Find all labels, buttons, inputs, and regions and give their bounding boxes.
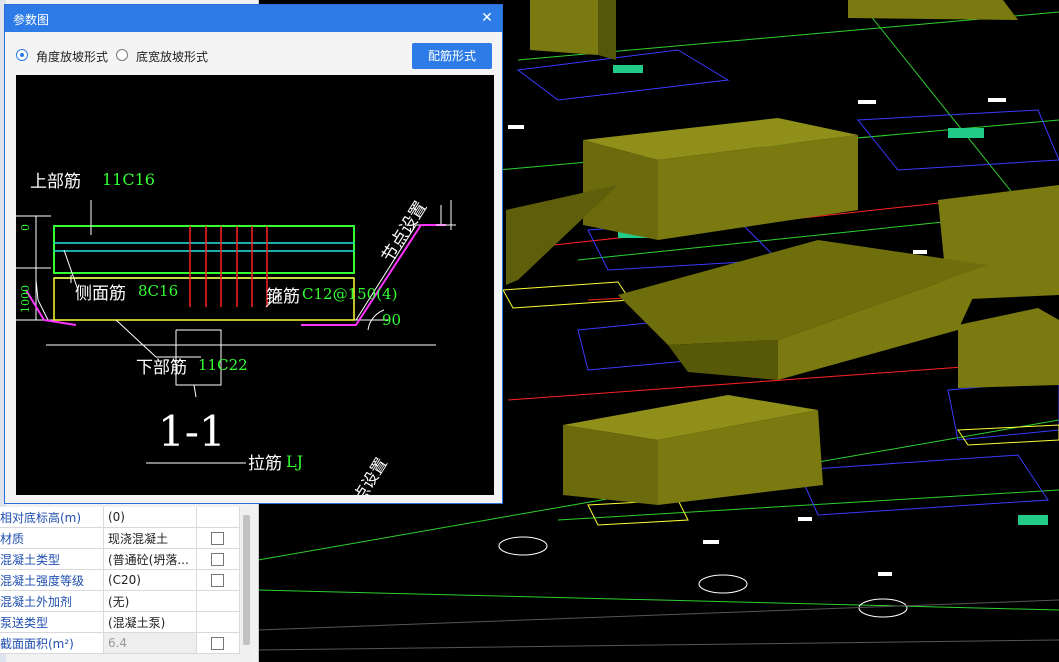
top-bar-label: 上部筋 <box>30 172 81 192</box>
property-value[interactable]: (混凝土泵) <box>103 611 197 633</box>
property-value[interactable]: 6.4 <box>103 632 197 654</box>
property-row[interactable]: 混凝土外加剂 (无) <box>0 590 241 612</box>
property-value[interactable]: (无) <box>103 590 197 612</box>
property-row[interactable]: 材质 现浇混凝土 <box>0 527 241 549</box>
property-value[interactable]: (普通砼(坍落... <box>103 548 197 570</box>
property-name: 泵送类型 <box>0 611 104 633</box>
top-bar-value: 11C16 <box>102 170 155 189</box>
property-value[interactable]: (0) <box>103 507 197 528</box>
property-checkbox[interactable] <box>211 553 225 566</box>
property-value[interactable]: (C20) <box>103 569 197 591</box>
dim-side: 1000 <box>19 285 32 313</box>
property-value[interactable]: 现浇混凝土 <box>103 527 197 549</box>
property-name: 混凝土外加剂 <box>0 590 104 612</box>
stirrup-value: C12@150(4) <box>302 285 398 303</box>
property-checkbox-cell <box>196 611 241 633</box>
property-name: 材质 <box>0 527 104 549</box>
property-row[interactable]: 相对底标高(m) (0) <box>0 507 241 528</box>
property-row[interactable]: 截面面积(m²) 6.4 <box>0 632 241 654</box>
radio-angle-slope[interactable] <box>16 49 28 61</box>
side-bar-value: 8C16 <box>138 282 179 300</box>
radio-angle-slope-label[interactable]: 角度放坡形式 <box>36 48 108 65</box>
property-checkbox[interactable] <box>211 574 225 587</box>
tie-bar-label: 拉筋 <box>248 454 282 474</box>
radio-width-slope[interactable] <box>116 49 128 61</box>
bottom-bar-label: 下部筋 <box>136 358 187 378</box>
stirrup-label: 箍筋 <box>266 287 300 307</box>
section-label: 1-1 <box>158 407 226 456</box>
property-table: 相对底标高(m) (0) 材质 现浇混凝土 混凝土类型 (普通砼(坍落... 混凝土强度等级… <box>0 507 241 654</box>
property-checkbox[interactable] <box>211 532 225 545</box>
dialog-title-bar[interactable]: 参数图 ✕ <box>5 5 502 32</box>
side-bar-label: 侧面筋 <box>75 284 126 304</box>
parameter-dialog: 参数图 ✕ 角度放坡形式 底宽放坡形式 配筋形式 上部筋 11C16 0 100… <box>4 4 503 504</box>
property-row[interactable]: 混凝土强度等级 (C20) <box>0 569 241 591</box>
property-name: 混凝土强度等级 <box>0 569 104 591</box>
tie-bar-value: LJ <box>286 452 304 471</box>
property-checkbox-cell <box>196 527 241 549</box>
property-name: 截面面积(m²) <box>0 632 104 654</box>
radio-width-slope-label[interactable]: 底宽放坡形式 <box>136 48 208 65</box>
section-drawing: 上部筋 11C16 0 1000 侧面筋 8C16 箍筋 C12@150(4) … <box>16 75 494 495</box>
property-checkbox[interactable] <box>211 637 225 650</box>
property-checkbox-cell <box>196 632 241 654</box>
bottom-bar-value: 11C22 <box>198 356 248 374</box>
dialog-title: 参数图 <box>13 13 50 27</box>
property-checkbox-cell <box>196 548 241 570</box>
property-checkbox-cell <box>196 590 241 612</box>
property-checkbox-cell <box>196 569 241 591</box>
property-row[interactable]: 混凝土类型 (普通砼(坍落... <box>0 548 241 570</box>
property-checkbox-cell <box>196 507 241 528</box>
property-scrollbar-thumb[interactable] <box>243 515 250 645</box>
property-row[interactable]: 泵送类型 (混凝土泵) <box>0 611 241 633</box>
angle-value: 90 <box>382 311 402 329</box>
property-name: 相对底标高(m) <box>0 507 104 528</box>
property-name: 混凝土类型 <box>0 548 104 570</box>
dim-top: 0 <box>19 224 32 231</box>
close-icon[interactable]: ✕ <box>478 8 496 28</box>
rebar-form-button[interactable]: 配筋形式 <box>412 43 492 69</box>
